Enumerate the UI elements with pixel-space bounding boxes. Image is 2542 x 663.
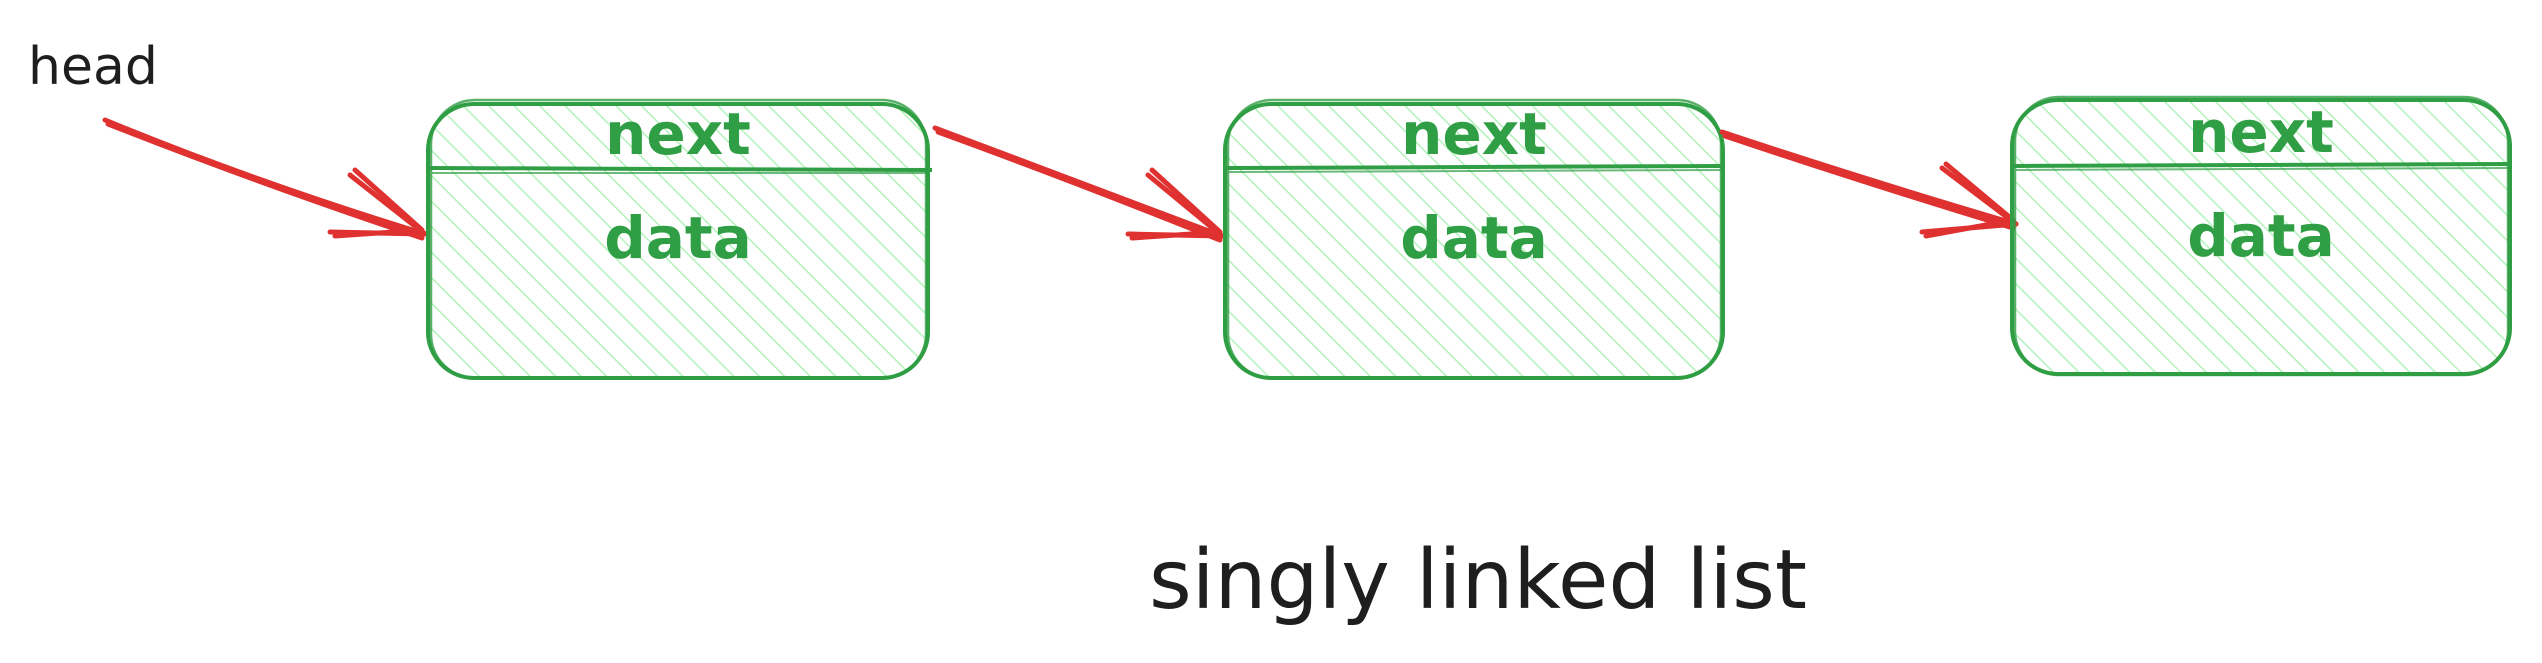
node-data-field: data — [604, 204, 752, 272]
node-next-field: next — [1401, 100, 1547, 168]
node-data-field: data — [1400, 204, 1548, 272]
list-node: next data — [426, 98, 933, 380]
diagram-caption: singly linked list — [1149, 533, 1807, 628]
node-next-field: next — [605, 100, 751, 168]
node-next-field: next — [2188, 98, 2334, 166]
head-arrow — [102, 117, 428, 241]
list-node: next data — [2010, 95, 2513, 377]
head-label: head — [28, 37, 158, 97]
list-node: next data — [1223, 98, 1726, 380]
node-divider — [429, 166, 933, 172]
next-arrow — [1719, 129, 2019, 239]
linked-list-diagram: head next data next data next data singl… — [28, 37, 2513, 628]
node-data-field: data — [2187, 202, 2335, 270]
next-arrow — [932, 125, 1225, 243]
